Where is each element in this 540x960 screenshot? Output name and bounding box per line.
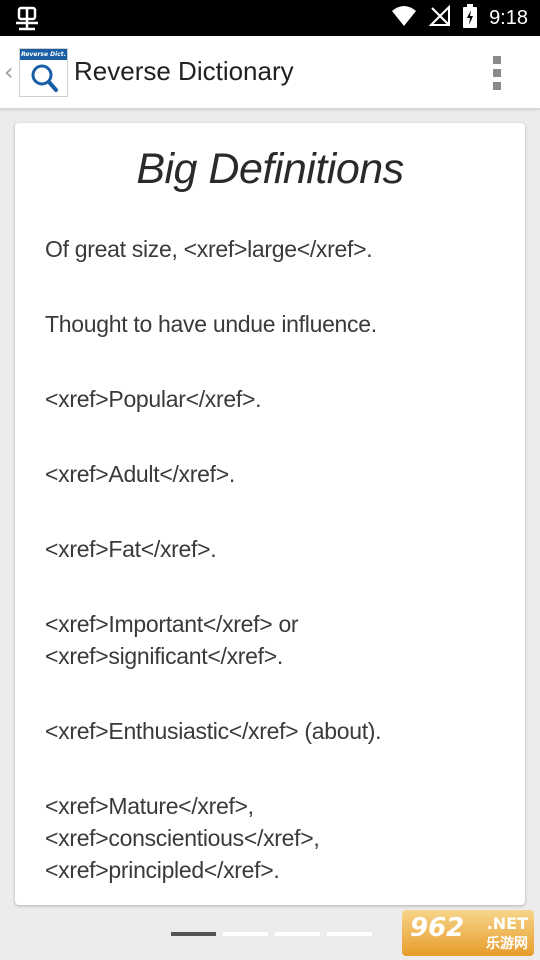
status-bar: 9:18 [0, 0, 540, 36]
definition-item: <xref>Mature</xref>, <xref>conscientious… [45, 793, 320, 883]
page-dot[interactable] [171, 932, 216, 936]
card-title: Big Definitions [136, 145, 404, 193]
watermark-cn-text: 乐游网 [486, 935, 528, 951]
site-watermark: 962 .NET 乐游网 [402, 910, 534, 956]
debug-icon [14, 5, 40, 36]
app-title: Reverse Dictionary [74, 56, 294, 86]
definition-item: <xref>Important</xref> or <xref>signific… [45, 611, 299, 669]
definition-item: <xref>Fat</xref>. [45, 536, 217, 562]
magnifier-icon [20, 64, 67, 96]
watermark-suffix: .NET [486, 914, 528, 933]
definitions-card: Big Definitions Of great size, <xref>lar… [15, 123, 525, 905]
back-chevron-icon[interactable]: ‹ [4, 58, 14, 86]
battery-charging-icon [463, 3, 478, 33]
status-time: 9:18 [489, 6, 528, 29]
definition-item: <xref>Adult</xref>. [45, 461, 235, 487]
definition-item: Of great size, <xref>large</xref>. [45, 236, 373, 262]
watermark-number: 962 [410, 913, 465, 943]
signal-off-icon [428, 4, 451, 32]
definition-item: Thought to have undue influence. [45, 311, 377, 337]
definition-item: <xref>Popular</xref>. [45, 386, 262, 412]
page-dot[interactable] [275, 932, 320, 936]
app-bar: ‹ Reverse Dict. Reverse Dictionary [0, 36, 540, 109]
definition-item: <xref>Enthusiastic</xref> (about). [45, 718, 382, 744]
overflow-menu-icon[interactable] [482, 56, 512, 90]
page-indicator [171, 932, 372, 936]
page-dot[interactable] [327, 932, 372, 936]
app-logo-text: Reverse Dict. [20, 49, 67, 60]
app-logo[interactable]: Reverse Dict. [19, 48, 68, 97]
wifi-icon [391, 5, 417, 32]
page-dot[interactable] [223, 932, 268, 936]
